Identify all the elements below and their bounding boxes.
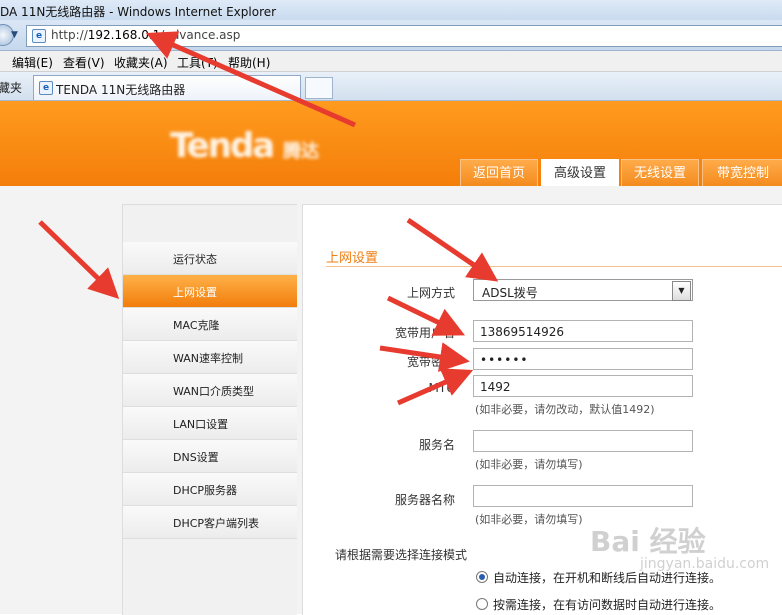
sidebar-item-label: LAN口设置 xyxy=(173,418,229,431)
sidebar-item-internet[interactable]: 上网设置 xyxy=(123,275,297,308)
favorites-label[interactable]: 藏夹 xyxy=(0,79,22,96)
tab-wireless[interactable]: 无线设置 xyxy=(621,159,699,187)
sidebar-item-label: WAN速率控制 xyxy=(173,352,244,365)
section-title: 上网设置 xyxy=(326,251,379,266)
tab-bar: 藏夹 e TENDA 11N无线路由器 xyxy=(0,72,782,101)
chevron-down-icon[interactable]: ▼ xyxy=(672,281,691,301)
tab-home[interactable]: 返回首页 xyxy=(460,159,538,187)
sidebar-item-wan-rate[interactable]: WAN速率控制 xyxy=(123,341,297,374)
address-toolbar: ▼ e http://192.168.0.1/advance.asp xyxy=(0,20,782,51)
menu-edit[interactable]: 编辑(E) xyxy=(12,54,53,71)
connection-mode-select[interactable]: ADSL拨号 ▼ xyxy=(473,279,693,301)
menu-view[interactable]: 查看(V) xyxy=(63,54,105,71)
service-name-label: 服务名 xyxy=(418,438,455,452)
mtu-hint: (如非必要，请勿改动，默认值1492) xyxy=(475,403,655,416)
server-name-hint: (如非必要，请勿填写) xyxy=(475,513,583,526)
baidu-watermark: Bai 经验 xyxy=(590,525,706,558)
service-name-hint: (如非必要，请勿填写) xyxy=(475,458,583,471)
sidebar-item-lan[interactable]: LAN口设置 xyxy=(123,407,297,440)
sidebar-item-wan-media[interactable]: WAN口介质类型 xyxy=(123,374,297,407)
tenda-logo: Tenda 腾达 xyxy=(170,126,319,166)
username-field[interactable]: 13869514926 xyxy=(473,320,693,342)
router-header: Tenda 腾达 返回首页 高级设置 无线设置 带宽控制 xyxy=(0,101,782,188)
sidebar-item-label: WAN口介质类型 xyxy=(173,385,255,398)
service-name-field[interactable] xyxy=(473,430,693,452)
username-label: 宽带用户名 xyxy=(394,326,455,340)
address-url[interactable]: http://192.168.0.1/advance.asp xyxy=(51,28,240,42)
connect-mode-prompt: 请根据需要选择连接模式 xyxy=(335,548,468,562)
sidebar-item-label: DHCP服务器 xyxy=(173,484,238,497)
sidebar-item-dns[interactable]: DNS设置 xyxy=(123,440,297,473)
sidebar-item-label: DNS设置 xyxy=(173,451,219,464)
browser-tab[interactable]: e TENDA 11N无线路由器 xyxy=(33,75,301,100)
sidebar-item-mac-clone[interactable]: MAC克隆 xyxy=(123,308,297,341)
mtu-label: MTU xyxy=(428,381,455,395)
demand-connect-label[interactable]: 按需连接，在有访问数据时自动进行连接。 xyxy=(493,596,721,613)
new-tab-button[interactable] xyxy=(305,77,333,99)
baidu-watermark-url: jingyan.baidu.com xyxy=(640,556,770,572)
ie-page-icon: e xyxy=(32,29,46,43)
radio-demand-connect[interactable] xyxy=(476,598,488,610)
password-field[interactable]: •••••• xyxy=(473,348,693,370)
address-bar[interactable]: e http://192.168.0.1/advance.asp xyxy=(26,25,782,47)
menu-bar: 编辑(E) 查看(V) 收藏夹(A) 工具(T) 帮助(H) xyxy=(0,51,782,72)
tab-title: TENDA 11N无线路由器 xyxy=(56,83,186,97)
window-titlebar: DA 11N无线路由器 - Windows Internet Explorer xyxy=(0,0,782,21)
sidebar-item-label: MAC克隆 xyxy=(173,319,220,332)
logo-text: Tenda xyxy=(170,126,275,166)
sidebar-item-label: 运行状态 xyxy=(173,253,217,266)
tab-advanced[interactable]: 高级设置 xyxy=(541,159,619,188)
menu-help[interactable]: 帮助(H) xyxy=(228,54,270,71)
history-dropdown-icon[interactable]: ▼ xyxy=(11,30,18,40)
menu-tools[interactable]: 工具(T) xyxy=(177,54,218,71)
window-title: DA 11N无线路由器 - Windows Internet Explorer xyxy=(0,5,277,19)
server-name-label: 服务器名称 xyxy=(394,493,455,507)
logo-sub: 腾达 xyxy=(283,141,320,162)
url-host: 192.168.0.1 xyxy=(87,28,161,42)
mtu-field[interactable]: 1492 xyxy=(473,375,693,397)
sidebar-item-label: 上网设置 xyxy=(173,286,217,299)
tab-bandwidth[interactable]: 带宽控制 xyxy=(702,159,782,187)
sidebar-item-dhcp-server[interactable]: DHCP服务器 xyxy=(123,473,297,506)
sidebar-item-status[interactable]: 运行状态 xyxy=(123,242,297,275)
sidebar-item-label: DHCP客户端列表 xyxy=(173,517,260,530)
radio-auto-connect[interactable] xyxy=(476,571,488,583)
mode-label: 上网方式 xyxy=(406,286,455,300)
server-name-field[interactable] xyxy=(473,485,693,507)
section-divider xyxy=(326,266,782,267)
password-label: 宽带密码 xyxy=(406,355,455,369)
url-prefix: http:// xyxy=(51,28,88,42)
url-path: /advance.asp xyxy=(160,28,241,42)
ie-tab-icon: e xyxy=(39,81,53,95)
sidebar-item-dhcp-clients[interactable]: DHCP客户端列表 xyxy=(123,506,297,539)
menu-favorites[interactable]: 收藏夹(A) xyxy=(114,54,168,71)
mode-value: ADSL拨号 xyxy=(482,286,538,300)
